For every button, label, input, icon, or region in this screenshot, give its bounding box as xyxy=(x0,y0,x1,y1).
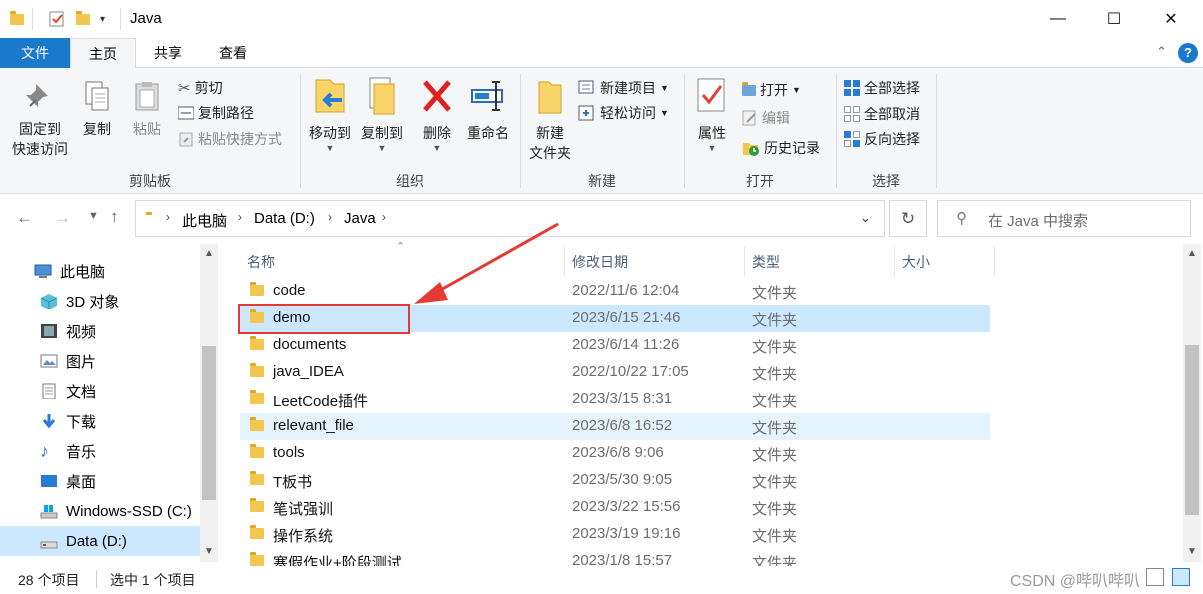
item-count: 28 个项目 xyxy=(18,572,80,588)
list-item[interactable]: T板书 2023/5/30 9:05 文件夹 xyxy=(240,467,990,494)
folder-icon xyxy=(250,525,264,539)
maximize-button[interactable]: ☐ xyxy=(1086,0,1142,38)
file-date: 2023/3/22 15:56 xyxy=(572,498,681,515)
folder-icon xyxy=(250,282,264,296)
file-date: 2023/5/30 9:05 xyxy=(572,471,673,488)
divider xyxy=(96,570,97,588)
file-name: tools xyxy=(273,444,305,461)
file-list-scrollbar-thumb[interactable] xyxy=(1185,345,1199,515)
file-type: 文件夹 xyxy=(752,474,798,491)
list-item[interactable]: 操作系统 2023/3/19 19:16 文件夹 xyxy=(240,521,990,548)
file-type: 文件夹 xyxy=(752,420,798,437)
file-type: 文件夹 xyxy=(752,339,798,356)
annotation-highlight-box xyxy=(238,304,410,334)
minimize-button[interactable]: — xyxy=(1030,0,1086,38)
folder-icon xyxy=(250,498,264,512)
file-date: 2023/3/19 19:16 xyxy=(572,525,681,542)
file-date: 2023/6/15 21:46 xyxy=(572,309,681,326)
file-date: 2023/6/14 11:26 xyxy=(572,336,680,353)
file-date: 2023/6/8 9:06 xyxy=(572,444,664,461)
folder-icon xyxy=(250,552,264,566)
folder-icon xyxy=(250,390,264,404)
file-name: relevant_file xyxy=(273,417,354,434)
large-icons-view-icon[interactable] xyxy=(1172,568,1190,586)
file-name: documents xyxy=(273,336,347,353)
file-type: 文件夹 xyxy=(752,501,798,518)
folder-icon xyxy=(250,444,264,458)
file-type: 文件夹 xyxy=(752,447,798,464)
file-name: LeetCode插件 xyxy=(273,393,369,410)
file-type: 文件夹 xyxy=(752,312,798,329)
annotation-arrow-icon xyxy=(414,222,559,304)
details-view-icon[interactable] xyxy=(1146,568,1164,586)
file-name: 寒假作业+阶段测试 xyxy=(273,555,402,566)
watermark: CSDN @哔叭哔叭 xyxy=(1010,573,1141,590)
file-date: 2022/10/22 17:05 xyxy=(572,363,689,380)
folder-icon xyxy=(250,363,264,377)
file-name: 笔试强训 xyxy=(273,501,334,518)
folder-icon xyxy=(250,336,264,350)
file-date: 2023/6/8 16:52 xyxy=(572,417,673,434)
file-date: 2022/11/6 12:04 xyxy=(572,282,680,299)
file-type: 文件夹 xyxy=(752,528,798,545)
list-item-hovered[interactable]: relevant_file 2023/6/8 16:52 文件夹 xyxy=(240,413,990,440)
folder-icon xyxy=(250,471,264,485)
list-item[interactable]: java_IDEA 2022/10/22 17:05 文件夹 xyxy=(240,359,990,386)
scroll-down-icon[interactable]: ▼ xyxy=(1187,546,1197,557)
file-type: 文件夹 xyxy=(752,393,798,410)
status-bar: 28 个项目 选中 1 个项目 CSDN @哔叭哔叭 xyxy=(0,566,1203,594)
list-item[interactable]: documents 2023/6/14 11:26 文件夹 xyxy=(240,332,990,359)
file-type: 文件夹 xyxy=(752,285,798,302)
close-button[interactable]: ✕ xyxy=(1143,0,1199,38)
file-type: 文件夹 xyxy=(752,366,798,383)
collapse-ribbon-icon[interactable]: ⌃ xyxy=(1156,44,1167,60)
file-name: 操作系统 xyxy=(273,528,334,545)
scroll-up-icon[interactable]: ▲ xyxy=(1187,248,1197,259)
folder-icon xyxy=(250,417,264,431)
file-name: T板书 xyxy=(273,474,313,491)
file-date: 2023/3/15 8:31 xyxy=(572,390,673,407)
list-item[interactable]: code 2022/11/6 12:04 文件夹 xyxy=(240,278,990,305)
file-date: 2023/1/8 15:57 xyxy=(572,552,673,566)
list-item[interactable]: tools 2023/6/8 9:06 文件夹 xyxy=(240,440,990,467)
file-type: 文件夹 xyxy=(752,555,798,566)
help-icon[interactable]: ? xyxy=(1178,43,1198,63)
search-placeholder: 在 Java 中搜索 xyxy=(988,213,1089,230)
selection-count: 选中 1 个项目 xyxy=(110,572,196,588)
list-item[interactable]: LeetCode插件 2023/3/15 8:31 文件夹 xyxy=(240,386,990,413)
list-item[interactable]: 笔试强训 2023/3/22 15:56 文件夹 xyxy=(240,494,990,521)
file-name: java_IDEA xyxy=(273,363,344,380)
list-item[interactable]: 寒假作业+阶段测试 2023/1/8 15:57 文件夹 xyxy=(240,548,990,566)
file-name: code xyxy=(273,282,306,299)
